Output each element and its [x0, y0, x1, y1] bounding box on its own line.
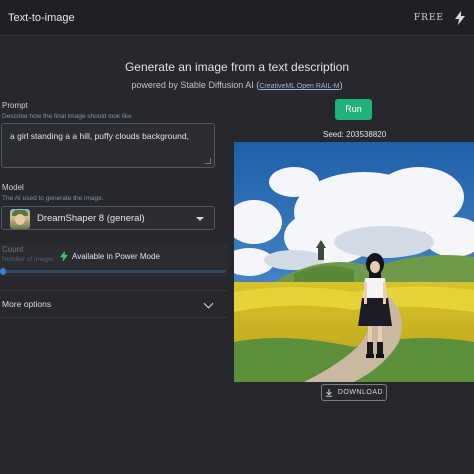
power-mode-text: Available in Power Mode [72, 251, 160, 261]
model-label: Model [2, 183, 24, 192]
count-slider-track [0, 270, 226, 273]
prompt-label: Prompt [2, 101, 28, 110]
model-avatar [10, 209, 30, 229]
more-options-toggle[interactable]: More options [0, 290, 228, 318]
model-description: The AI used to generate the image. [2, 195, 104, 202]
plan-badge[interactable]: FREE [414, 13, 444, 23]
count-description: Number of images [2, 256, 56, 263]
page-headline: Generate an image from a text descriptio… [124, 60, 350, 74]
count-label: Count [2, 245, 24, 254]
prompt-description: Describe how the final image should look… [2, 113, 132, 120]
model-select[interactable]: DreamShaper 8 (general) [1, 206, 215, 230]
app-title: Text-to-image [8, 12, 75, 24]
download-label: DOWNLOAD [337, 389, 384, 396]
bolt-icon[interactable] [455, 11, 465, 25]
top-bar: Text-to-image FREE [0, 0, 474, 36]
license-link[interactable]: CreativeML Open RAIL-M [259, 83, 339, 90]
resize-handle-icon[interactable] [205, 158, 211, 164]
download-icon [325, 388, 333, 397]
count-slider-thumb [0, 268, 6, 275]
seed-label: Seed: 203538820 [0, 130, 474, 142]
seed-value: Seed: 203538820 [323, 130, 387, 139]
more-options-label: More options [2, 299, 52, 309]
powered-by-line: powered by Stable Diffusion AI (Creative… [0, 80, 474, 90]
generated-image [234, 142, 474, 382]
count-section: Count Number of images Available in Powe… [0, 243, 228, 277]
powered-by-close: ) [339, 80, 343, 90]
powered-by-text: powered by Stable Diffusion AI ( [131, 80, 260, 90]
run-button[interactable]: Run [335, 99, 372, 120]
power-mode-notice[interactable]: Available in Power Mode [54, 249, 166, 263]
chevron-down-icon [203, 298, 214, 309]
caret-down-icon [196, 217, 204, 221]
model-selected-value: DreamShaper 8 (general) [37, 213, 145, 224]
download-button[interactable]: DOWNLOAD [321, 384, 387, 401]
bolt-icon [60, 250, 68, 262]
